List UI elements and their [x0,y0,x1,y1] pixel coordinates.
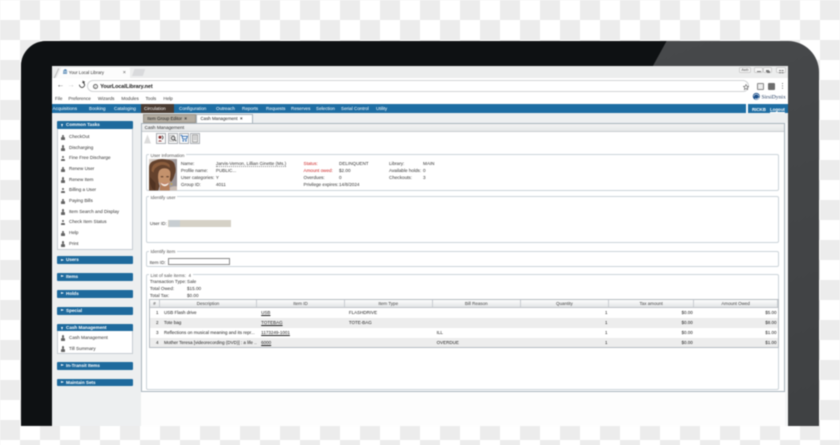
svg-text:SirsiDynix: SirsiDynix [761,95,785,101]
